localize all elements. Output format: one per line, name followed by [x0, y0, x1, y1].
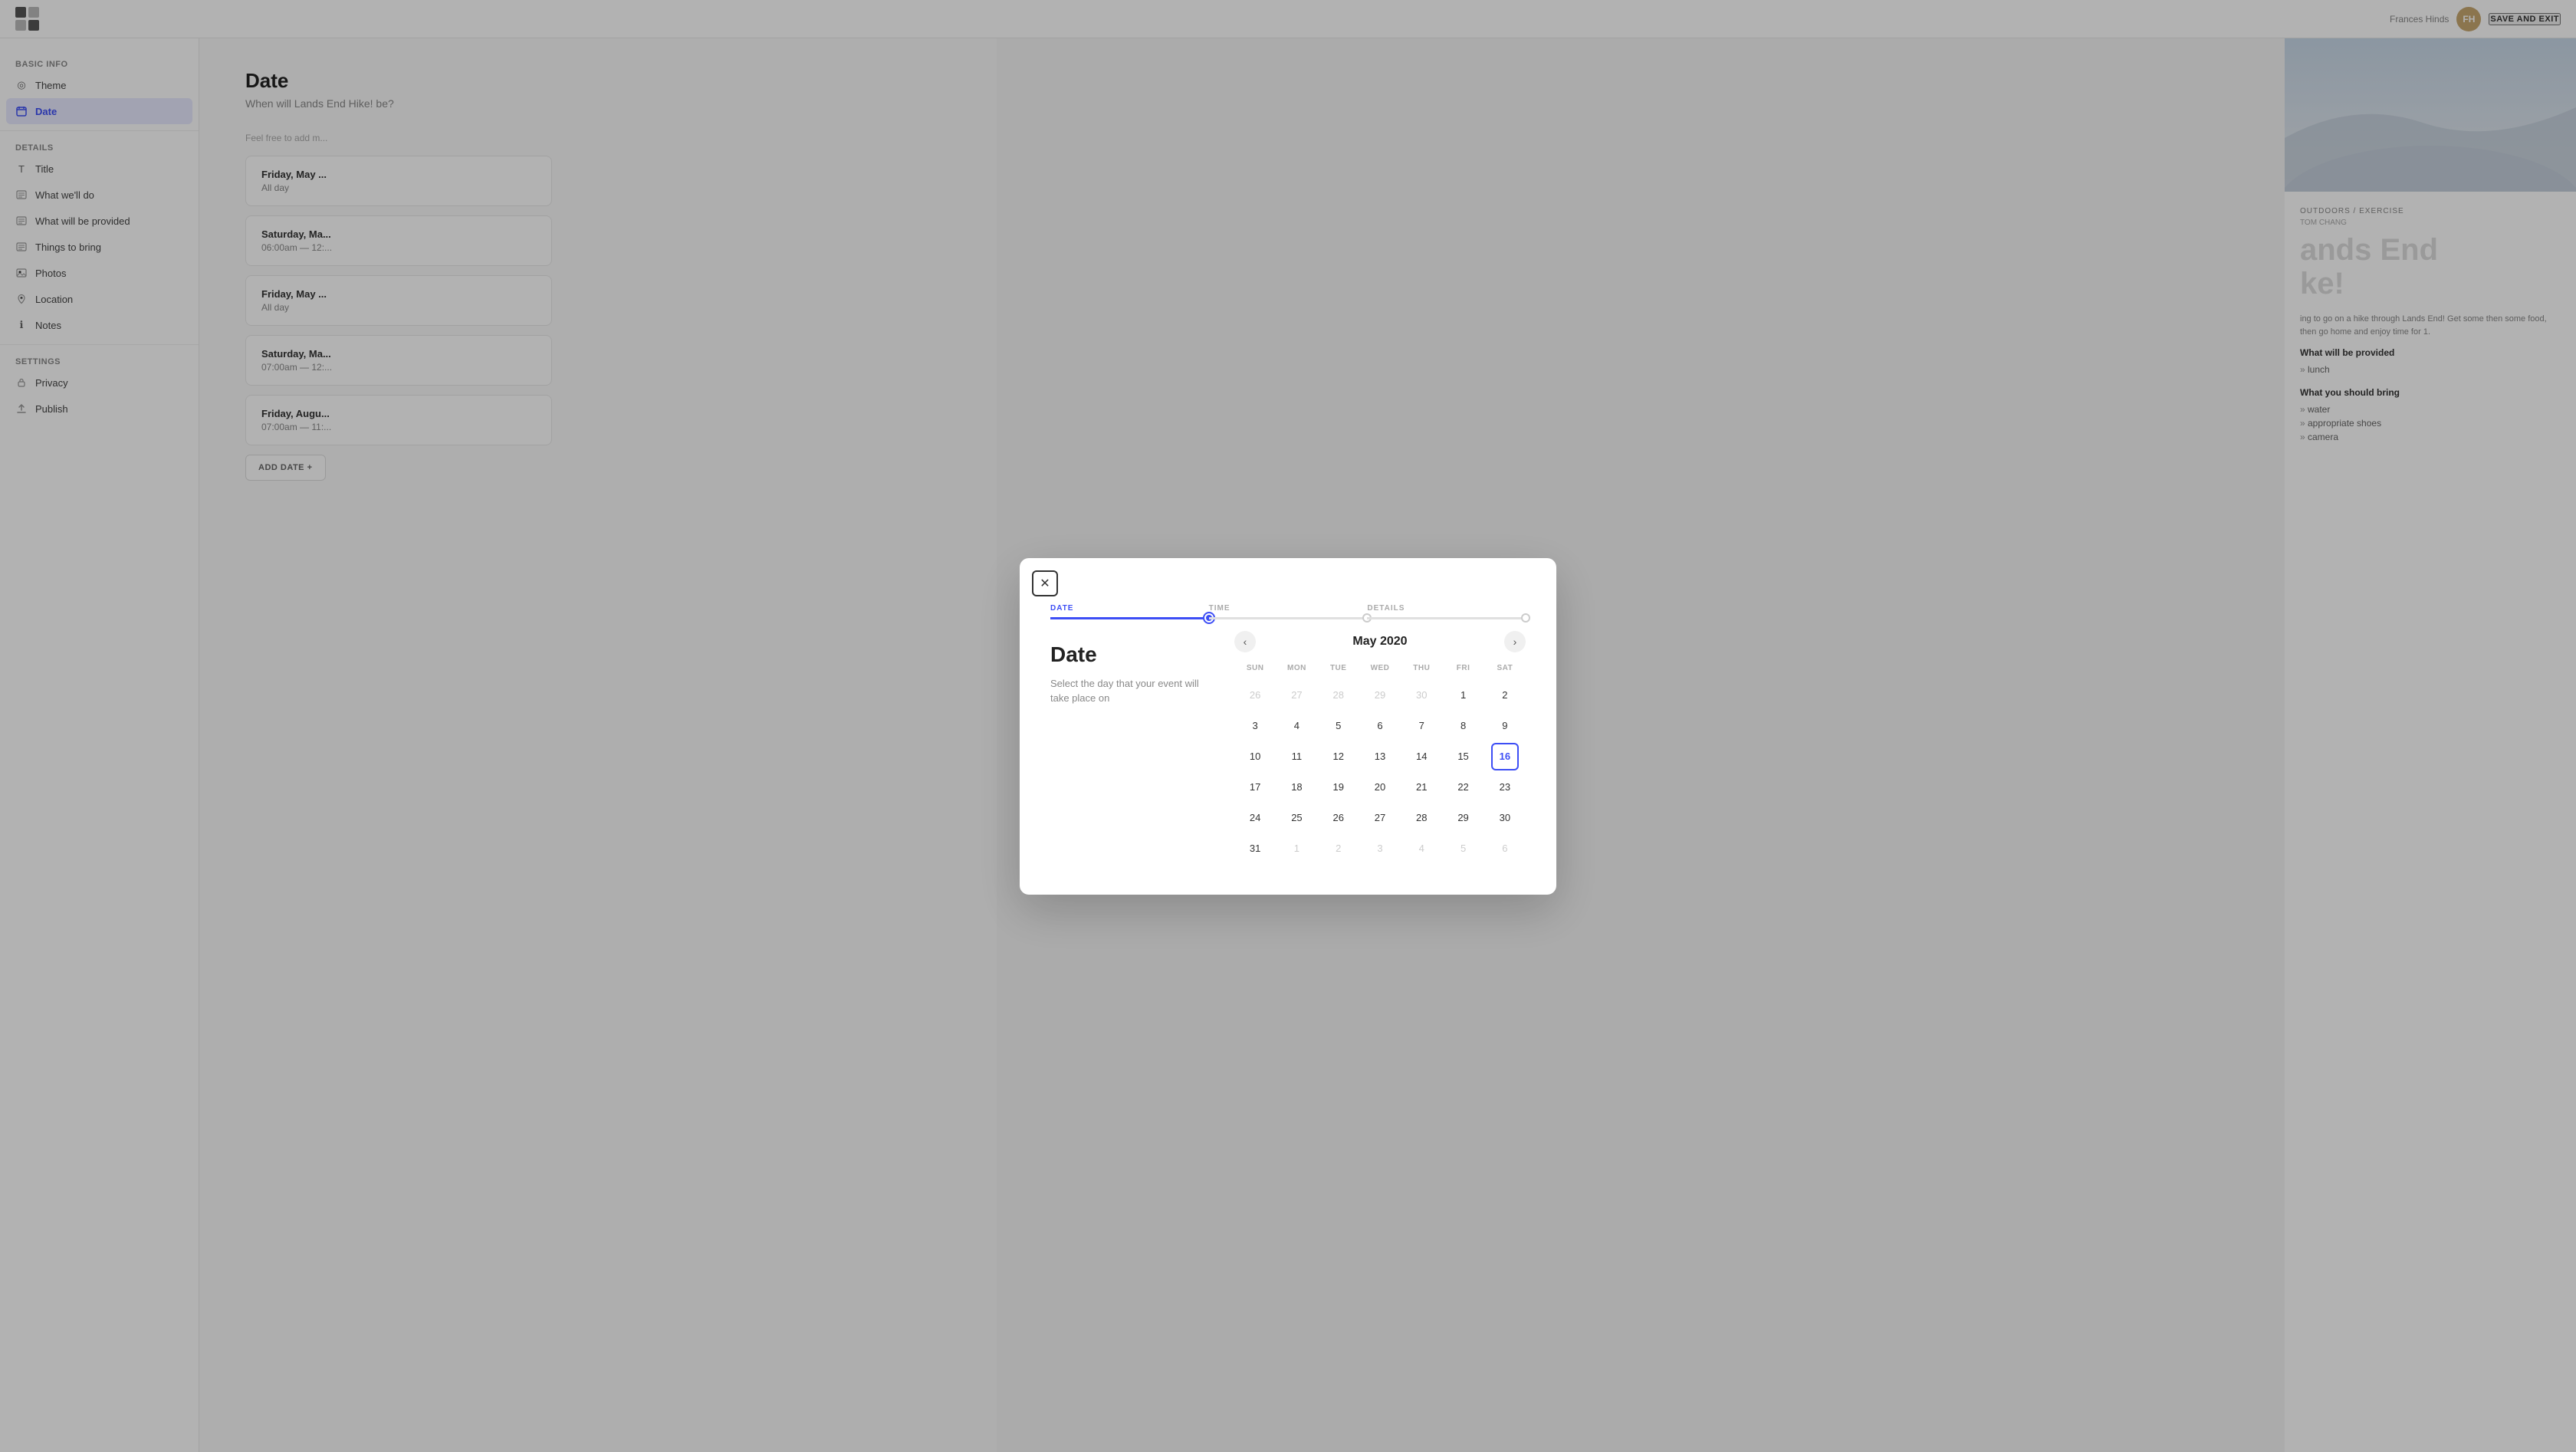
cal-cell-may17[interactable]: 17 [1241, 774, 1269, 801]
cal-cell-may31[interactable]: 31 [1241, 835, 1269, 862]
cal-cell-may25[interactable]: 25 [1283, 804, 1310, 832]
cal-cell-jun4[interactable]: 4 [1408, 835, 1435, 862]
modal-left-desc: Select the day that your event will take… [1050, 676, 1204, 706]
cal-cell-may23[interactable]: 23 [1491, 774, 1519, 801]
cal-cell-jun1[interactable]: 1 [1283, 835, 1310, 862]
cal-cell-apr26[interactable]: 26 [1241, 682, 1269, 709]
step-time-label: TIME [1209, 604, 1230, 613]
cal-cell-may2[interactable]: 2 [1491, 682, 1519, 709]
cal-cell-may13[interactable]: 13 [1366, 743, 1394, 770]
step-details-track [1367, 617, 1526, 619]
calendar: ‹ May 2020 › SUN MON TUE WED THU FRI SAT… [1234, 635, 1526, 864]
calendar-next-button[interactable]: › [1504, 631, 1526, 652]
cal-cell-may20[interactable]: 20 [1366, 774, 1394, 801]
cal-cell-apr27[interactable]: 27 [1283, 682, 1310, 709]
calendar-month-year: May 2020 [1352, 635, 1407, 649]
step-time-track [1209, 617, 1368, 619]
cal-cell-may22[interactable]: 22 [1450, 774, 1477, 801]
cal-header-sun: SUN [1234, 661, 1276, 680]
cal-header-fri: FRI [1442, 661, 1484, 680]
cal-cell-may6[interactable]: 6 [1366, 712, 1394, 740]
cal-cell-may1[interactable]: 1 [1450, 682, 1477, 709]
cal-cell-may29[interactable]: 29 [1450, 804, 1477, 832]
cal-cell-jun3[interactable]: 3 [1366, 835, 1394, 862]
cal-cell-may21[interactable]: 21 [1408, 774, 1435, 801]
cal-cell-may3[interactable]: 3 [1241, 712, 1269, 740]
modal-left-title: Date [1050, 642, 1204, 667]
cal-cell-may12[interactable]: 12 [1325, 743, 1352, 770]
step-date-label: DATE [1050, 604, 1073, 613]
cal-cell-apr29[interactable]: 29 [1366, 682, 1394, 709]
cal-cell-may15[interactable]: 15 [1450, 743, 1477, 770]
calendar-prev-button[interactable]: ‹ [1234, 631, 1256, 652]
cal-cell-may8[interactable]: 8 [1450, 712, 1477, 740]
progress-step-date: DATE [1050, 604, 1209, 619]
cal-cell-may10[interactable]: 10 [1241, 743, 1269, 770]
cal-cell-may7[interactable]: 7 [1408, 712, 1435, 740]
cal-cell-may14[interactable]: 14 [1408, 743, 1435, 770]
calendar-modal: ✕ DATE TIME DETAILS [1020, 558, 1556, 895]
modal-close-area: ✕ [1020, 558, 1556, 596]
cal-cell-apr28[interactable]: 28 [1325, 682, 1352, 709]
cal-cell-jun5[interactable]: 5 [1450, 835, 1477, 862]
cal-cell-apr30[interactable]: 30 [1408, 682, 1435, 709]
cal-header-sat: SAT [1484, 661, 1526, 680]
calendar-header: ‹ May 2020 › [1234, 635, 1526, 649]
progress-bar: DATE TIME DETAILS [1020, 596, 1556, 635]
cal-cell-may27[interactable]: 27 [1366, 804, 1394, 832]
cal-header-thu: THU [1401, 661, 1442, 680]
cal-cell-may28[interactable]: 28 [1408, 804, 1435, 832]
cal-cell-may18[interactable]: 18 [1283, 774, 1310, 801]
progress-step-time: TIME [1209, 604, 1368, 619]
cal-cell-may19[interactable]: 19 [1325, 774, 1352, 801]
cal-cell-may26[interactable]: 26 [1325, 804, 1352, 832]
cal-cell-jun2[interactable]: 2 [1325, 835, 1352, 862]
cal-cell-may30[interactable]: 30 [1491, 804, 1519, 832]
cal-cell-may16[interactable]: 16 [1491, 743, 1519, 770]
cal-cell-jun6[interactable]: 6 [1491, 835, 1519, 862]
modal-overlay: ✕ DATE TIME DETAILS [0, 0, 2576, 1452]
cal-cell-may24[interactable]: 24 [1241, 804, 1269, 832]
cal-header-wed: WED [1359, 661, 1401, 680]
modal-body: Date Select the day that your event will… [1020, 635, 1556, 895]
modal-close-button[interactable]: ✕ [1032, 570, 1058, 596]
modal-left-panel: Date Select the day that your event will… [1050, 635, 1204, 864]
cal-cell-may9[interactable]: 9 [1491, 712, 1519, 740]
cal-cell-may11[interactable]: 11 [1283, 743, 1310, 770]
cal-cell-may5[interactable]: 5 [1325, 712, 1352, 740]
cal-cell-may4[interactable]: 4 [1283, 712, 1310, 740]
cal-header-mon: MON [1276, 661, 1317, 680]
cal-header-tue: TUE [1318, 661, 1359, 680]
progress-step-details: DETAILS [1367, 604, 1526, 619]
step-details-dot [1521, 613, 1530, 623]
calendar-grid: SUN MON TUE WED THU FRI SAT 26 27 28 29 … [1234, 661, 1526, 864]
step-date-track [1050, 617, 1209, 619]
step-details-label: DETAILS [1367, 604, 1405, 613]
